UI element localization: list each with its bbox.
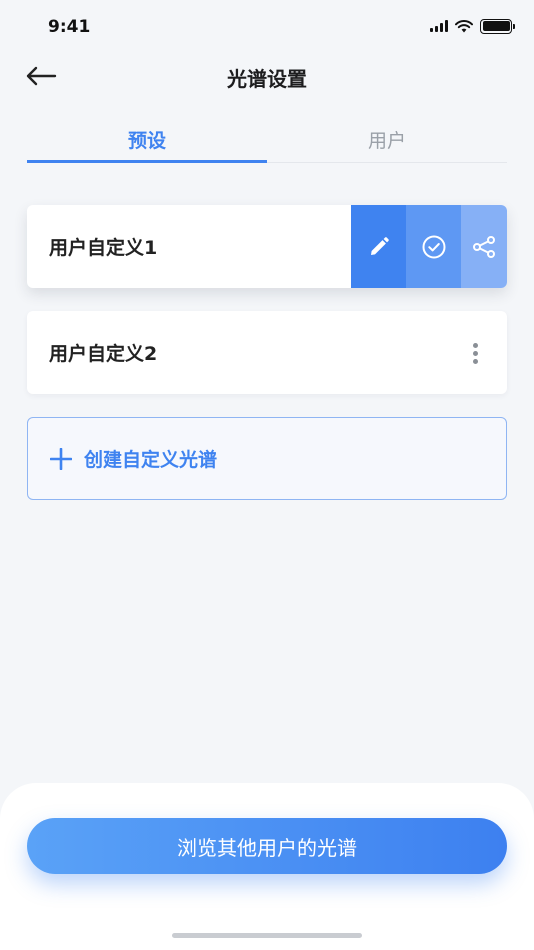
check-circle-icon — [422, 235, 445, 258]
create-spectrum-label: 创建自定义光谱 — [84, 449, 218, 471]
spectrum-item-label: 用户自定义2 — [49, 343, 158, 365]
tab-user[interactable]: 用户 — [267, 118, 507, 162]
wifi-icon — [455, 19, 473, 32]
screen: 9:41 光谱设置 预设 用户 用户自定义1 用户自定义2 创建自定义光谱 浏览… — [0, 0, 534, 950]
browse-spectra-button[interactable]: 浏览其他用户的光谱 — [27, 818, 507, 874]
status-icons — [430, 18, 515, 34]
tab-bar: 预设 用户 — [27, 118, 507, 163]
nav-bar: 光谱设置 — [0, 54, 534, 98]
page-title: 光谱设置 — [227, 67, 307, 91]
spectrum-item[interactable]: 用户自定义1 — [27, 205, 507, 288]
home-indicator — [172, 933, 362, 938]
spectrum-item[interactable]: 用户自定义2 — [27, 311, 507, 394]
status-bar: 9:41 — [0, 0, 534, 54]
create-spectrum-button[interactable]: 创建自定义光谱 — [27, 417, 507, 500]
share-button[interactable] — [461, 205, 507, 288]
pencil-icon — [370, 236, 389, 255]
status-time: 9:41 — [48, 17, 91, 37]
signal-icon — [430, 20, 448, 32]
spectrum-item-actions — [351, 205, 507, 288]
tab-presets[interactable]: 预设 — [27, 118, 267, 163]
plus-icon — [50, 447, 72, 470]
edit-button[interactable] — [351, 205, 406, 288]
battery-icon — [480, 18, 515, 34]
share-icon — [473, 235, 495, 258]
more-vertical-icon[interactable] — [465, 339, 485, 367]
apply-button[interactable] — [406, 205, 461, 288]
spectrum-item-label: 用户自定义1 — [49, 237, 158, 259]
